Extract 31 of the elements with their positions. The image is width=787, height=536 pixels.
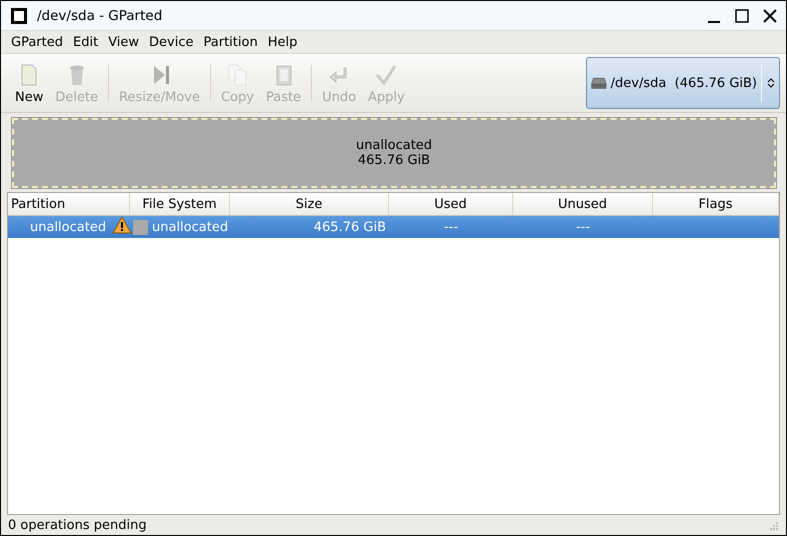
close-icon[interactable] [762, 8, 778, 24]
partition-row[interactable]: unallocated unallocated 465.76 GiB --- --- [8, 216, 779, 238]
table-cell: unallocated [152, 220, 228, 234]
status-text: 0 operations pending [8, 518, 147, 532]
table-cell: --- [576, 220, 590, 234]
spinner-arrows-icon [767, 77, 775, 89]
column-header[interactable]: Unused [513, 193, 653, 215]
menu-item[interactable]: Edit [69, 34, 102, 50]
table-cell: 465.76 GiB [314, 220, 386, 234]
partition-block[interactable]: unallocated 465.76 GiB [12, 118, 776, 188]
partition-size: 465.76 GiB [358, 153, 430, 168]
partition-name: unallocated [356, 138, 432, 153]
window-title: /dev/sda - GParted [37, 8, 164, 24]
table-cell: unallocated [30, 220, 106, 234]
resize-grip-icon[interactable] [767, 519, 779, 531]
new-button[interactable]: New [9, 57, 50, 109]
maximize-icon[interactable] [734, 8, 750, 24]
column-header[interactable]: Used [389, 193, 513, 215]
menu-item[interactable]: Help [264, 34, 302, 50]
table-cell: --- [444, 220, 458, 234]
menu-item[interactable]: Device [145, 34, 198, 50]
column-header[interactable]: Partition [8, 193, 130, 215]
menu-item[interactable]: Partition [200, 34, 262, 50]
window-icon [11, 8, 27, 24]
column-header[interactable]: Size [230, 193, 389, 215]
checkmark-icon [375, 63, 398, 87]
menu-item[interactable]: GParted [7, 34, 67, 50]
column-header[interactable]: Flags [653, 193, 779, 215]
column-header[interactable]: File System [130, 193, 230, 215]
menu-item[interactable]: View [104, 34, 144, 50]
device-selector[interactable]: /dev/sda (465.76 GiB) [586, 57, 780, 109]
